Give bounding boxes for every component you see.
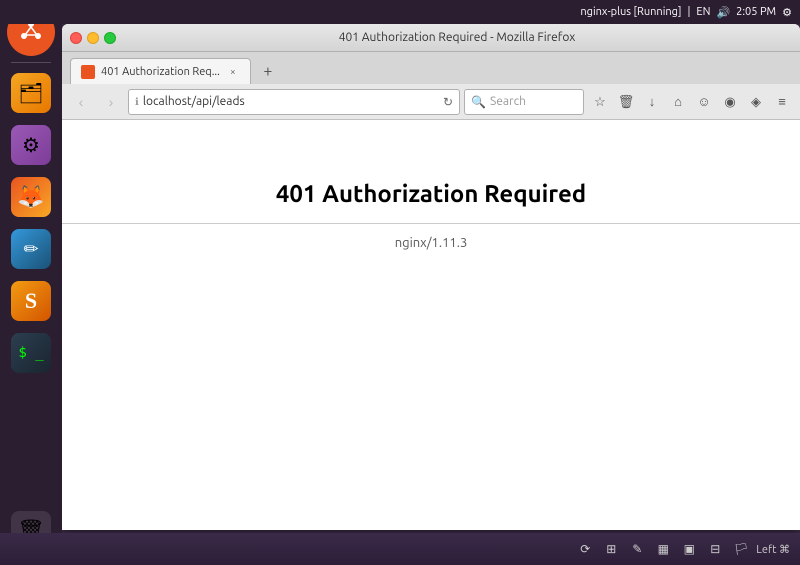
taskbar: ⟳ ⊞ ✎ ▦ ▣ ⊟ 🏳 Left ⌘	[0, 533, 800, 565]
clock: 2:05 PM	[736, 6, 776, 18]
addon-button[interactable]: ◈	[744, 90, 768, 114]
taskbar-icon-4: ▦	[652, 538, 674, 560]
system-topbar: nginx-plus [Running] | EN 🔊 2:05 PM ⚙	[0, 0, 800, 24]
navigation-bar: ‹ › ℹ localhost/api/leads ↻ 🔍 Search ☆ 🗑…	[62, 84, 800, 120]
firefox-window: 401 Authorization Required - Mozilla Fir…	[62, 24, 800, 530]
tab-close-button[interactable]: ×	[226, 65, 240, 79]
search-bar[interactable]: 🔍 Search	[464, 89, 584, 115]
launcher-icon-editor[interactable]: ✏	[7, 225, 55, 273]
error-heading: 401 Authorization Required	[276, 180, 586, 207]
taskbar-icon-1: ⟳	[574, 538, 596, 560]
taskbar-icon-3: ✎	[626, 538, 648, 560]
launcher-icon-files[interactable]: 🗂	[7, 69, 55, 117]
os-title-label: nginx-plus [Running]	[580, 6, 681, 18]
active-tab[interactable]: 401 Authorization Req... ×	[70, 58, 251, 84]
desktop: nginx-plus [Running] | EN 🔊 2:05 PM ⚙ 🗂	[0, 0, 800, 565]
search-icon: 🔍	[471, 95, 486, 109]
address-info-icon: ℹ	[135, 96, 139, 108]
taskbar-icon-6: ⊟	[704, 538, 726, 560]
home-button[interactable]: ⌂	[666, 90, 690, 114]
launcher-icon-firefox[interactable]: 🦊	[7, 173, 55, 221]
search-placeholder: Search	[490, 95, 526, 108]
menu-button[interactable]: ≡	[770, 90, 794, 114]
forward-button[interactable]: ›	[98, 89, 124, 115]
bookmark-button[interactable]: ☆	[588, 90, 612, 114]
keyboard-layout: EN	[696, 6, 710, 18]
settings-launcher-icon: ⚙	[11, 125, 51, 165]
minimize-button[interactable]	[87, 32, 99, 44]
maximize-button[interactable]	[104, 32, 116, 44]
delete-button[interactable]: 🗑	[614, 90, 638, 114]
window-controls	[70, 32, 116, 44]
server-info: nginx/1.11.3	[395, 236, 468, 250]
launcher-icon-sublime[interactable]: S	[7, 277, 55, 325]
pocket-button[interactable]: ◉	[718, 90, 742, 114]
taskbar-icon-5: ▣	[678, 538, 700, 560]
sublime-launcher-icon: S	[11, 281, 51, 321]
launcher-icon-terminal[interactable]: $ _	[7, 329, 55, 377]
terminal-launcher-icon: $ _	[11, 333, 51, 373]
window-titlebar: 401 Authorization Required - Mozilla Fir…	[62, 24, 800, 52]
launcher-icon-settings[interactable]: ⚙	[7, 121, 55, 169]
url-text: localhost/api/leads	[143, 95, 439, 108]
files-icon: 🗂	[11, 73, 51, 113]
new-tab-button[interactable]: +	[255, 60, 281, 82]
tab-favicon	[81, 65, 95, 79]
error-divider	[62, 223, 800, 224]
close-button[interactable]	[70, 32, 82, 44]
toolbar-icons: ☆ 🗑 ↓ ⌂ ☺ ◉ ◈ ≡	[588, 90, 794, 114]
launcher-divider	[11, 62, 51, 63]
download-button[interactable]: ↓	[640, 90, 664, 114]
reload-icon[interactable]: ↻	[443, 95, 453, 109]
taskbar-icon-2: ⊞	[600, 538, 622, 560]
back-button[interactable]: ‹	[68, 89, 94, 115]
address-bar[interactable]: ℹ localhost/api/leads ↻	[128, 89, 460, 115]
tab-label: 401 Authorization Req...	[101, 66, 220, 78]
emoji-button[interactable]: ☺	[692, 90, 716, 114]
page-content: 401 Authorization Required nginx/1.11.3	[62, 120, 800, 530]
editor-launcher-icon: ✏	[11, 229, 51, 269]
keyboard-label: Left ⌘	[756, 543, 790, 556]
launcher-sidebar: 🗂 ⚙ 🦊 ✏ S $ _ 🗑	[0, 0, 62, 565]
window-title: 401 Authorization Required - Mozilla Fir…	[122, 31, 792, 44]
tab-bar: 401 Authorization Req... × +	[62, 52, 800, 84]
volume-icon: 🔊	[716, 6, 730, 19]
firefox-launcher-icon: 🦊	[11, 177, 51, 217]
taskbar-flag-icon: 🏳	[730, 538, 752, 560]
settings-icon: ⚙	[782, 6, 792, 19]
topbar-separator: |	[687, 6, 690, 18]
